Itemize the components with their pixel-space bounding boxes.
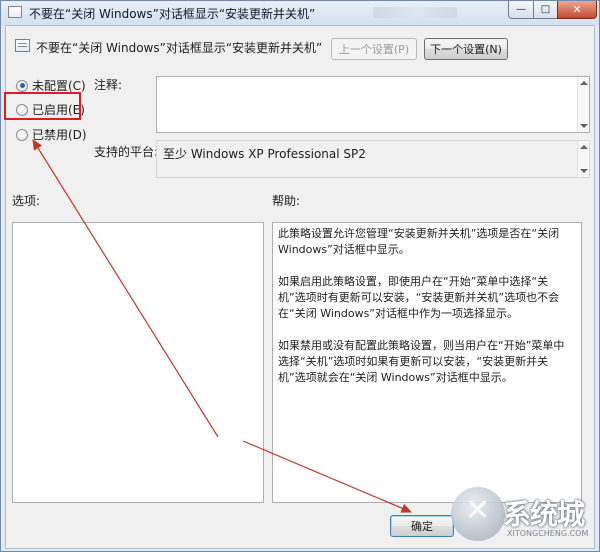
watermark-url: XITONGCHENG.COM bbox=[507, 529, 589, 538]
site-watermark: 系统城 XITONGCHENG.COM bbox=[451, 485, 599, 549]
scroll-up-arrow-icon[interactable] bbox=[580, 145, 588, 149]
watermark-text: 系统城 bbox=[503, 498, 585, 531]
options-label: 选项: bbox=[12, 194, 41, 208]
window-title: 不要在“关闭 Windows”对话框显示“安装更新并关机” bbox=[29, 7, 316, 21]
platform-value: 至少 Windows XP Professional SP2 bbox=[163, 147, 366, 161]
blurred-title-area bbox=[373, 7, 457, 18]
scroll-down-arrow-icon[interactable] bbox=[580, 124, 588, 128]
help-paragraph: 此策略设置允许您管理“安装更新并关机”选项是否在“关闭 Windows”对话框中… bbox=[278, 227, 560, 256]
radio-label: 已禁用(D) bbox=[32, 128, 87, 142]
scroll-down-arrow-icon[interactable] bbox=[580, 169, 588, 173]
help-label: 帮助: bbox=[272, 194, 301, 208]
help-paragraph: 如果禁用或没有配置此策略设置，则当用户在“开始”菜单中选择“关机”选项时如果有更… bbox=[278, 339, 565, 384]
comment-textarea[interactable] bbox=[156, 76, 590, 133]
watermark-logo-icon bbox=[451, 487, 505, 541]
setting-icon bbox=[15, 39, 30, 52]
title-bar[interactable]: 不要在“关闭 Windows”对话框显示“安装更新并关机” — □ ✕ bbox=[1, 1, 599, 25]
help-paragraph: 如果启用此策略设置，即使用户在“开始”菜单中选择“关机”选项时有更新可以安装，“… bbox=[278, 275, 560, 320]
setting-title: 不要在“关闭 Windows”对话框显示“安装更新并关机” bbox=[36, 41, 323, 55]
previous-setting-button[interactable]: 上一个设置(P) bbox=[331, 38, 417, 60]
dialog-client-area: 不要在“关闭 Windows”对话框显示“安装更新并关机” 上一个设置(P) 下… bbox=[5, 25, 595, 549]
help-panel: 此策略设置允许您管理“安装更新并关机”选项是否在“关闭 Windows”对话框中… bbox=[272, 222, 582, 503]
radio-button[interactable] bbox=[16, 79, 28, 92]
minimize-button[interactable]: — bbox=[508, 1, 534, 19]
maximize-button[interactable]: □ bbox=[533, 1, 558, 19]
radio-disabled[interactable]: 已禁用(D) bbox=[16, 126, 87, 143]
next-setting-button[interactable]: 下一个设置(N) bbox=[424, 38, 508, 60]
policy-dialog-window: 不要在“关闭 Windows”对话框显示“安装更新并关机” — □ ✕ 不要在“… bbox=[0, 0, 600, 552]
scroll-up-arrow-icon[interactable] bbox=[580, 81, 588, 85]
options-panel bbox=[12, 222, 264, 503]
close-button[interactable]: ✕ bbox=[557, 1, 597, 19]
platform-scrollbar[interactable] bbox=[577, 141, 589, 177]
platform-field: 至少 Windows XP Professional SP2 bbox=[156, 140, 590, 178]
disabled-option-highlight bbox=[4, 92, 81, 120]
platform-label: 支持的平台: bbox=[94, 145, 159, 159]
window-icon bbox=[8, 6, 22, 18]
ok-button[interactable]: 确定 bbox=[390, 515, 454, 537]
comment-label: 注释: bbox=[94, 78, 123, 92]
radio-button[interactable] bbox=[16, 128, 28, 141]
comment-scrollbar[interactable] bbox=[577, 77, 589, 132]
